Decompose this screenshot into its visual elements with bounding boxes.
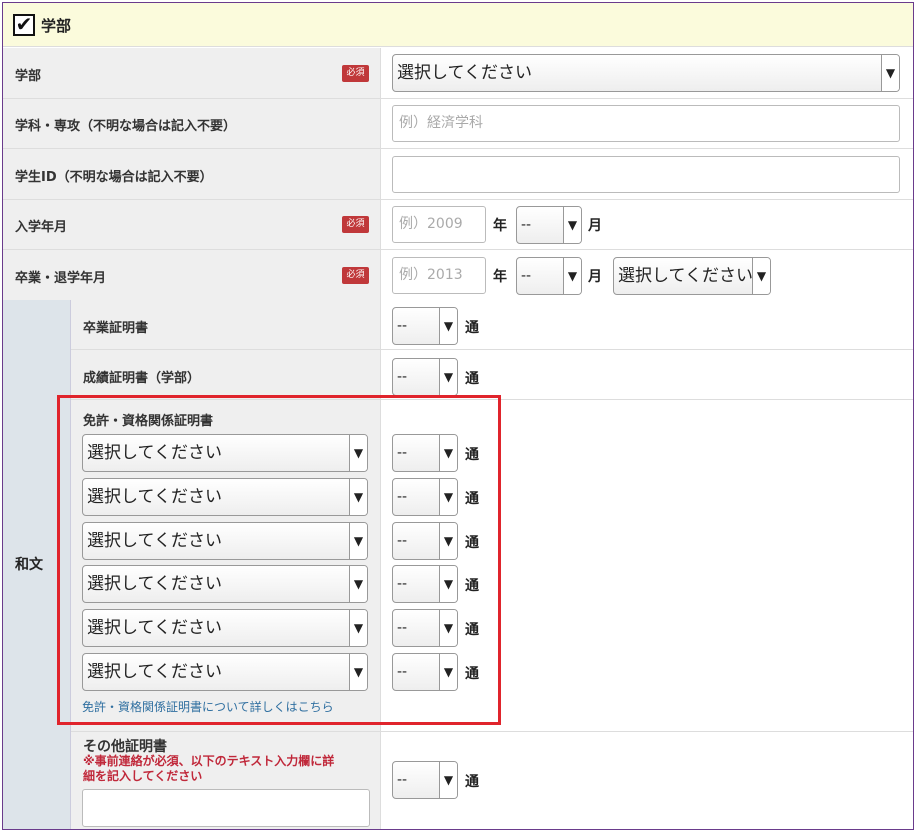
transcript-label: 成績証明書（学部） [83, 371, 201, 386]
faculty-select[interactable]: 選択してください ▼ [392, 54, 900, 92]
copies-unit: 通 [465, 666, 479, 682]
copies-unit: 通 [465, 320, 479, 336]
department-label: 学科・専攻（不明な場合は記入不要） [15, 119, 237, 134]
faculty-checkbox[interactable]: ✔ [13, 14, 35, 36]
admission-month-select[interactable]: -- ▼ [516, 206, 582, 244]
department-input[interactable]: 例）経済学科 [392, 105, 900, 142]
license-count-select[interactable]: -- ▼ [392, 609, 458, 647]
license-type-select[interactable]: 選択してください ▼ [82, 478, 368, 516]
row-faculty: 学部 必須 選択してください ▼ [3, 48, 913, 99]
license-cert-label: 免許・資格関係証明書 [83, 414, 214, 429]
other-cert-note-line1: ※事前連絡が必須、以下のテキスト入力欄に詳 [83, 754, 335, 768]
chevron-down-icon: ▼ [439, 479, 457, 515]
chevron-down-icon: ▼ [881, 55, 899, 91]
chevron-down-icon: ▼ [563, 207, 581, 243]
other-cert-note-line2: 細を記入してください [83, 769, 203, 783]
row-graduation: 卒業・退学年月 必須 例）2013 年 -- ▼ 月 選択してください ▼ [3, 250, 913, 301]
required-badge: 必須 [342, 65, 369, 82]
japanese-column: 和文 [3, 300, 71, 829]
copies-unit: 通 [465, 371, 479, 387]
month-unit: 月 [588, 269, 602, 285]
required-badge: 必須 [342, 267, 369, 284]
other-cert-count-select[interactable]: -- ▼ [392, 761, 458, 799]
year-unit: 年 [493, 269, 507, 285]
chevron-down-icon: ▼ [439, 762, 457, 798]
transcript-cell: -- ▼ 通 [381, 350, 913, 400]
transcript-count-select[interactable]: -- ▼ [392, 358, 458, 396]
other-cert-cell: -- ▼ 通 [381, 732, 913, 829]
transcript-header: 成績証明書（学部） [71, 350, 381, 400]
chevron-down-icon: ▼ [349, 566, 367, 602]
copies-unit: 通 [465, 774, 479, 790]
chevron-down-icon: ▼ [563, 258, 581, 294]
chevron-down-icon: ▼ [349, 479, 367, 515]
graduation-year-input[interactable]: 例）2013 [392, 257, 486, 294]
other-cert-label: その他証明書 [83, 739, 167, 755]
chevron-down-icon: ▼ [349, 435, 367, 471]
other-cert-header: その他証明書 ※事前連絡が必須、以下のテキスト入力欄に詳 細を記入してください [71, 732, 381, 829]
student-id-label: 学生ID（不明な場合は記入不要） [15, 170, 213, 185]
chevron-down-icon: ▼ [439, 435, 457, 471]
admission-label: 入学年月 [15, 220, 68, 235]
chevron-down-icon: ▼ [439, 654, 457, 690]
copies-unit: 通 [465, 578, 479, 594]
chevron-down-icon: ▼ [349, 654, 367, 690]
faculty-label: 学部 [15, 69, 42, 84]
row-admission: 入学年月 必須 例）2009 年 -- ▼ 月 [3, 200, 913, 250]
license-cert-cell [381, 400, 913, 732]
japanese-label: 和文 [15, 557, 43, 573]
form-frame: ✔ 学部 学部 必須 選択してください ▼ 学科・専攻（不明な場合は記入不要） … [2, 2, 914, 830]
graduation-cert-header: 卒業証明書 [71, 300, 381, 350]
chevron-down-icon: ▼ [439, 523, 457, 559]
license-type-select[interactable]: 選択してください ▼ [82, 565, 368, 603]
month-unit: 月 [588, 218, 602, 234]
year-unit: 年 [493, 218, 507, 234]
license-type-select[interactable]: 選択してください ▼ [82, 522, 368, 560]
license-type-select[interactable]: 選択してください ▼ [82, 609, 368, 647]
graduation-cert-count-select[interactable]: -- ▼ [392, 307, 458, 345]
copies-unit: 通 [465, 535, 479, 551]
row-student-id: 学生ID（不明な場合は記入不要） [3, 149, 913, 200]
graduation-status-select[interactable]: 選択してください ▼ [613, 257, 771, 295]
license-info-link[interactable]: 免許・資格関係証明書について詳しくはこちら [82, 698, 334, 715]
chevron-down-icon: ▼ [349, 523, 367, 559]
license-type-select[interactable]: 選択してください ▼ [82, 653, 368, 691]
license-count-select[interactable]: -- ▼ [392, 653, 458, 691]
chevron-down-icon: ▼ [752, 258, 770, 294]
graduation-cert-cell: -- ▼ 通 [381, 300, 913, 350]
chevron-down-icon: ▼ [439, 566, 457, 602]
chevron-down-icon: ▼ [349, 610, 367, 646]
copies-unit: 通 [465, 491, 479, 507]
copies-unit: 通 [465, 447, 479, 463]
chevron-down-icon: ▼ [439, 308, 457, 344]
license-type-select[interactable]: 選択してください ▼ [82, 434, 368, 472]
graduation-label: 卒業・退学年月 [15, 271, 107, 286]
graduation-cert-label: 卒業証明書 [83, 321, 149, 336]
row-department: 学科・専攻（不明な場合は記入不要） 例）経済学科 [3, 99, 913, 149]
required-badge: 必須 [342, 216, 369, 233]
license-count-select[interactable]: -- ▼ [392, 522, 458, 560]
admission-year-input[interactable]: 例）2009 [392, 206, 486, 243]
graduation-month-select[interactable]: -- ▼ [516, 257, 582, 295]
license-count-select[interactable]: -- ▼ [392, 434, 458, 472]
copies-unit: 通 [465, 622, 479, 638]
license-count-select[interactable]: -- ▼ [392, 565, 458, 603]
chevron-down-icon: ▼ [439, 359, 457, 395]
checkmark-icon: ✔ [15, 12, 33, 36]
chevron-down-icon: ▼ [439, 610, 457, 646]
other-cert-text-input[interactable] [82, 789, 370, 827]
student-id-input[interactable] [392, 156, 900, 193]
section-title: 学部 [41, 17, 72, 35]
section-header: ✔ 学部 [3, 3, 913, 47]
license-count-select[interactable]: -- ▼ [392, 478, 458, 516]
